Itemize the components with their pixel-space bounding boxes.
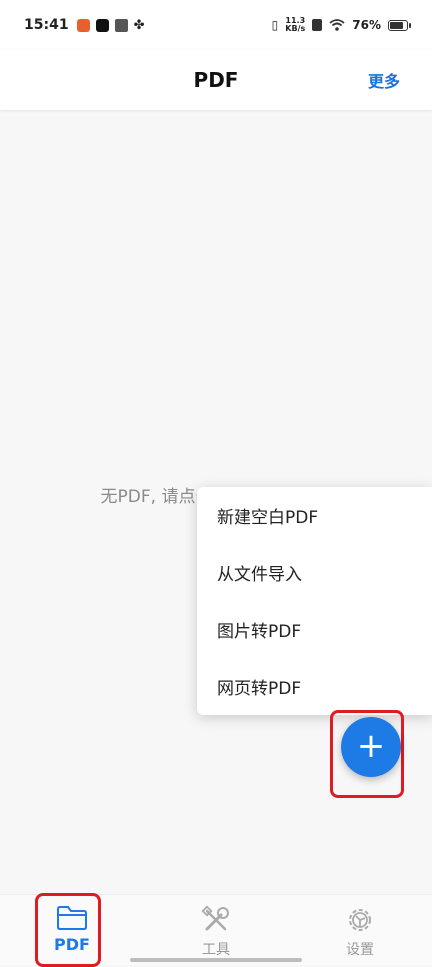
nav-item-tools[interactable]: 工具 <box>171 895 261 965</box>
status-bar: 15:41 ✤ ▯ 11.3 KB/s 76% <box>0 0 432 50</box>
plus-icon: + <box>356 726 386 766</box>
tools-icon <box>201 905 229 931</box>
status-time: 15:41 <box>24 17 69 33</box>
menu-item-import-file[interactable]: 从文件导入 <box>197 544 432 601</box>
infinity-icon <box>114 18 128 32</box>
gear-icon <box>349 909 371 931</box>
tiktok-icon <box>95 18 109 32</box>
sim-x-icon <box>312 19 323 31</box>
battery-percent: 76% <box>352 18 381 32</box>
battery-icon <box>388 19 411 31</box>
vibrate-icon: ▯ <box>271 18 279 32</box>
app-bar: PDF 更多 <box>0 50 432 110</box>
home-indicator[interactable] <box>130 958 302 962</box>
nav-label-settings: 设置 <box>346 942 374 958</box>
menu-item-new-blank-pdf[interactable]: 新建空白PDF <box>197 487 432 544</box>
network-speed-unit: KB/s <box>285 24 306 33</box>
create-menu: 新建空白PDF 从文件导入 图片转PDF 网页转PDF <box>197 487 432 715</box>
add-fab-button[interactable]: + <box>341 717 401 777</box>
nav-label-tools: 工具 <box>202 942 230 958</box>
nav-highlight-box <box>35 893 101 967</box>
nav-item-settings[interactable]: 设置 <box>315 895 405 965</box>
network-speed: 11.3 KB/s <box>285 17 305 33</box>
more-button[interactable]: 更多 <box>368 68 400 92</box>
menu-item-image-to-pdf[interactable]: 图片转PDF <box>197 601 432 658</box>
menu-item-webpage-to-pdf[interactable]: 网页转PDF <box>197 658 432 715</box>
clover-icon: ✤ <box>133 17 145 33</box>
page-title: PDF <box>193 68 239 92</box>
status-bar-left: 15:41 ✤ <box>24 17 144 33</box>
wifi-icon <box>329 19 345 31</box>
status-bar-right: ▯ 11.3 KB/s 76% <box>271 17 411 33</box>
notification-icon <box>76 18 90 32</box>
